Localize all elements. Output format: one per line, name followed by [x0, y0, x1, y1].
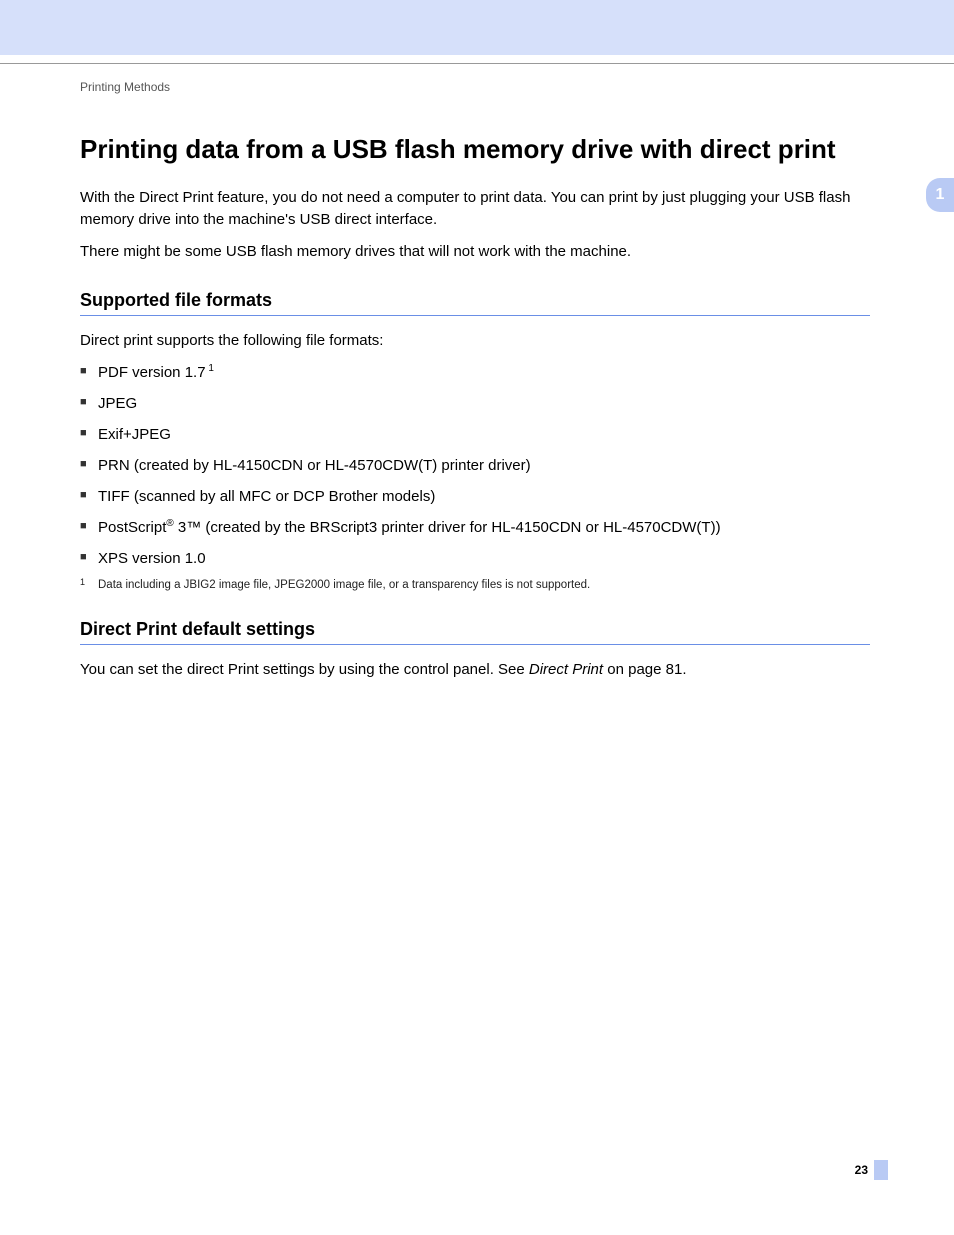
page-number-container: 23: [855, 1160, 888, 1180]
section-heading-default-settings: Direct Print default settings: [80, 619, 870, 645]
top-rule: [0, 63, 954, 64]
section2-text-b: on page 81.: [603, 661, 686, 678]
top-color-band: [0, 0, 954, 55]
intro-paragraph-2: There might be some USB flash memory dri…: [80, 241, 870, 263]
section2-paragraph: You can set the direct Print settings by…: [80, 659, 870, 681]
page-number: 23: [855, 1163, 868, 1177]
format-xps: XPS version 1.0: [98, 550, 206, 567]
supported-formats-list: PDF version 1.7 1 JPEG Exif+JPEG PRN (cr…: [80, 362, 870, 569]
footnote-number: 1: [80, 577, 85, 587]
list-item: XPS version 1.0: [80, 548, 870, 569]
section1-lead: Direct print supports the following file…: [80, 330, 870, 352]
chapter-tab: 1: [926, 178, 954, 212]
registered-mark: ®: [166, 518, 173, 529]
running-header: Printing Methods: [80, 80, 870, 94]
intro-paragraph-1: With the Direct Print feature, you do no…: [80, 187, 870, 231]
footnote: 1 Data including a JBIG2 image file, JPE…: [80, 579, 870, 591]
format-pdf: PDF version 1.7: [98, 364, 206, 381]
list-item: PostScript® 3™ (created by the BRScript3…: [80, 517, 870, 538]
page-number-bar: [874, 1160, 888, 1180]
format-exif-jpeg: Exif+JPEG: [98, 426, 171, 443]
list-item: TIFF (scanned by all MFC or DCP Brother …: [80, 486, 870, 507]
list-item: JPEG: [80, 393, 870, 414]
format-jpeg: JPEG: [98, 395, 137, 412]
cross-reference-link[interactable]: Direct Print: [529, 661, 603, 678]
format-tiff: TIFF (scanned by all MFC or DCP Brother …: [98, 488, 435, 505]
footnote-ref: 1: [206, 363, 214, 374]
list-item: Exif+JPEG: [80, 424, 870, 445]
section2-text-a: You can set the direct Print settings by…: [80, 661, 529, 678]
page-title: Printing data from a USB flash memory dr…: [80, 134, 870, 165]
list-item: PDF version 1.7 1: [80, 362, 870, 383]
list-item: PRN (created by HL-4150CDN or HL-4570CDW…: [80, 455, 870, 476]
section-heading-supported-formats: Supported file formats: [80, 290, 870, 316]
format-postscript-a: PostScript: [98, 519, 166, 536]
page-content: Printing Methods Printing data from a US…: [80, 80, 870, 691]
format-postscript-b: 3™ (created by the BRScript3 printer dri…: [174, 519, 721, 536]
format-prn: PRN (created by HL-4150CDN or HL-4570CDW…: [98, 457, 531, 474]
chapter-number: 1: [936, 186, 945, 204]
footnote-text: Data including a JBIG2 image file, JPEG2…: [98, 579, 590, 591]
